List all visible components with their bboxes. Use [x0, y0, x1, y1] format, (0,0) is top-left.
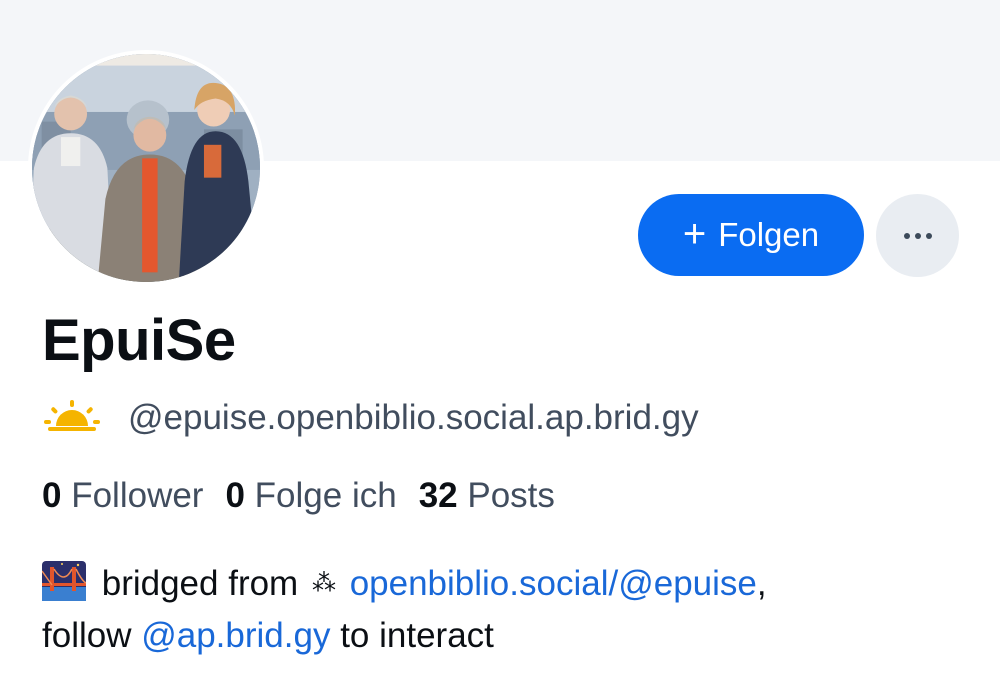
bridge-at-night-icon	[42, 561, 86, 601]
follow-button[interactable]: + Folgen	[638, 194, 864, 276]
posts-count: 32	[418, 476, 458, 515]
profile-handle: @epuise.openbiblio.social.ap.brid.gy	[128, 398, 699, 437]
followers-label: Follower	[71, 476, 204, 515]
display-name: EpuiSe	[42, 308, 236, 373]
ellipsis-icon	[903, 232, 932, 239]
bio-source-link[interactable]: openbiblio.social/@epuise	[350, 564, 757, 603]
profile-bio: bridged from ⁂ openbiblio.social/@epuise…	[42, 558, 962, 662]
plus-icon: +	[682, 211, 707, 256]
bio-text-bridged-from: bridged from	[101, 564, 299, 603]
profile-avatar[interactable]	[28, 50, 264, 286]
profile-stats: 0 Follower 0 Folge ich 32 Posts	[42, 474, 555, 518]
posts-label: Posts	[467, 476, 555, 515]
more-options-button[interactable]	[876, 194, 959, 277]
following-label: Folge ich	[254, 476, 397, 515]
following-count: 0	[225, 476, 245, 515]
sparkle-icon: ⁂	[311, 570, 336, 597]
follow-button-label: Folgen	[718, 216, 820, 253]
bio-bridge-account-link[interactable]: @ap.brid.gy	[141, 616, 330, 655]
sunrise-emoji-icon	[44, 400, 100, 431]
bio-text-to-interact: to interact	[340, 616, 494, 655]
bio-comma: ,	[756, 564, 767, 603]
followers-count: 0	[42, 476, 62, 515]
posts-stat: 32 Posts	[419, 476, 555, 515]
avatar-photo	[32, 54, 260, 282]
following-stat[interactable]: 0 Folge ich	[225, 476, 396, 515]
bio-text-follow: follow	[42, 616, 132, 655]
followers-stat[interactable]: 0 Follower	[42, 476, 203, 515]
